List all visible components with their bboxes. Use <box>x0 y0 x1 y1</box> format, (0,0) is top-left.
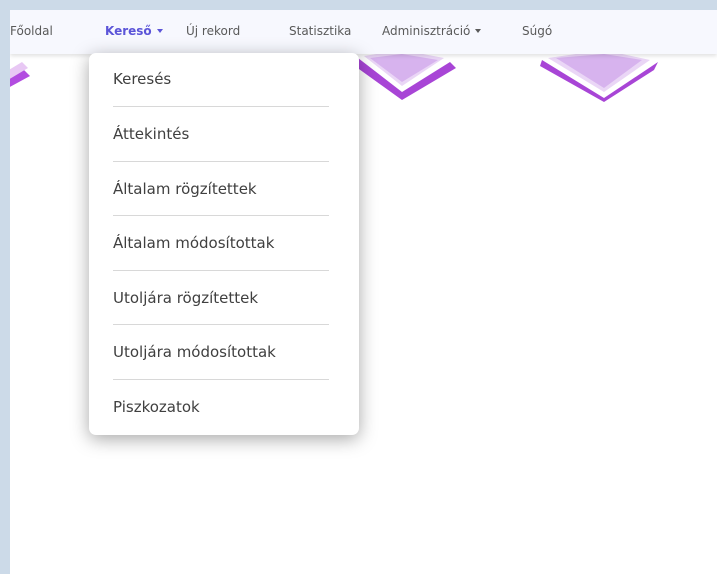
dropdown-item-label: Utoljára rögzítettek <box>113 289 259 307</box>
nav-item-label: Súgó <box>522 24 553 38</box>
dropdown-item-label: Utoljára módosítottak <box>113 343 276 361</box>
divider <box>113 215 329 216</box>
divider <box>113 270 329 271</box>
divider <box>113 161 329 162</box>
nav-item-kereso[interactable]: Kereső <box>105 23 163 39</box>
dropdown-item-kereses[interactable]: Keresés <box>113 53 329 107</box>
divider <box>113 379 329 380</box>
nav-item-label: Új rekord <box>186 24 241 38</box>
dropdown-item-altalam-modositottak[interactable]: Általam módosítottak <box>113 217 329 271</box>
dropdown-item-piszkozatok[interactable]: Piszkozatok <box>113 381 329 435</box>
top-navbar: Főoldal Kereső Új rekord Statisztika Adm… <box>10 10 717 54</box>
dropdown-item-label: Általam rögzítettek <box>113 180 257 198</box>
dropdown-item-utoljara-modositottak[interactable]: Utoljára módosítottak <box>113 326 329 380</box>
dropdown-item-utoljara-rogzitettek[interactable]: Utoljára rögzítettek <box>113 272 329 326</box>
dropdown-item-label: Keresés <box>113 70 172 88</box>
nav-item-label: Főoldal <box>10 24 53 38</box>
divider <box>113 106 329 107</box>
dropdown-item-label: Általam módosítottak <box>113 234 275 252</box>
dropdown-item-altalam-rogzitettek[interactable]: Általam rögzítettek <box>113 163 329 217</box>
nav-item-label: Kereső <box>105 24 152 38</box>
caret-down-icon <box>475 28 482 33</box>
book-icon <box>540 50 658 102</box>
nav-item-sugo[interactable]: Súgó <box>522 23 552 39</box>
nav-item-adminisztracio[interactable]: Adminisztráció <box>382 23 482 39</box>
kereso-dropdown-menu: Keresés Áttekintés Általam rögzítettek Á… <box>89 53 359 435</box>
dropdown-item-label: Áttekintés <box>113 125 190 143</box>
nav-item-label: Statisztika <box>289 24 352 38</box>
book-icon <box>10 62 30 87</box>
dropdown-item-label: Piszkozatok <box>113 398 200 416</box>
caret-down-icon <box>156 28 163 33</box>
nav-item-label: Adminisztráció <box>382 24 471 38</box>
nav-item-statisztika[interactable]: Statisztika <box>289 23 351 39</box>
book-icon <box>352 50 456 100</box>
nav-item-fooldal[interactable]: Főoldal <box>10 23 53 39</box>
page: Főoldal Kereső Új rekord Statisztika Adm… <box>10 10 717 574</box>
divider <box>113 324 329 325</box>
dropdown-item-attekintes[interactable]: Áttekintés <box>113 108 329 162</box>
nav-item-uj-rekord[interactable]: Új rekord <box>186 23 240 39</box>
